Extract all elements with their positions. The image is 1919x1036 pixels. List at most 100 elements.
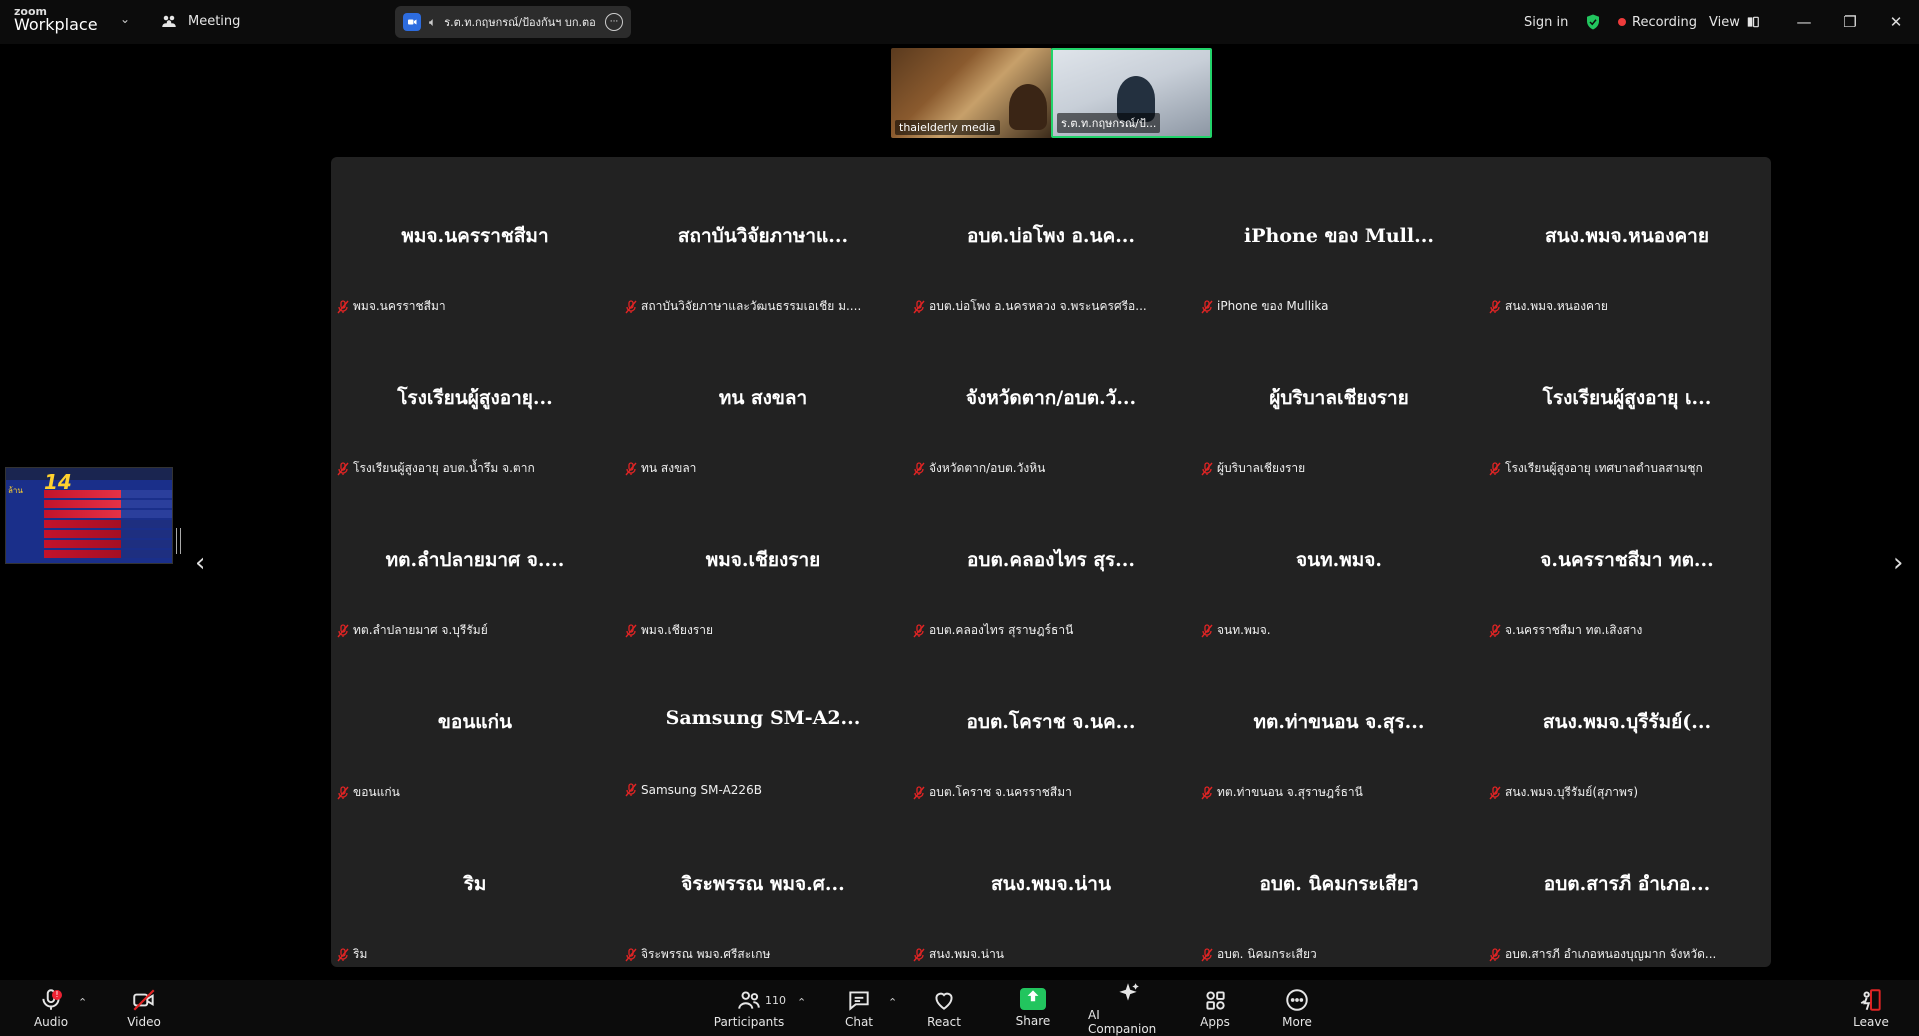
participant-name-label: ผู้บริบาลเชียงราย <box>1201 459 1305 478</box>
video-off-icon <box>133 989 155 1011</box>
participant-name-label: จนท.พมจ. <box>1201 621 1271 640</box>
participant-display-name: อบต.โคราช จ.นค... <box>966 711 1136 733</box>
more-options-icon[interactable]: ··· <box>605 13 623 31</box>
participant-name-label: ขอนแก่น <box>337 783 400 802</box>
participant-tile[interactable]: อบต.คลองไทร สุร... อบต.คลองไทร สุราษฎร์ธา… <box>907 481 1195 643</box>
next-page-arrow-icon[interactable]: › <box>1893 548 1903 578</box>
meeting-topic-pill[interactable]: 🔈︎ ร.ต.ท.กฤษกรณ์/ป้องกันฯ บก.ตอ ··· <box>395 6 631 38</box>
view-button[interactable]: View <box>1709 0 1760 44</box>
participant-tile[interactable]: สถาบันวิจัยภาษาแ... สถาบันวิจัยภาษาและวัฒ… <box>619 157 907 319</box>
participant-name-text: ทต.ท่าขนอน จ.สุราษฎร์ธานี <box>1217 785 1363 799</box>
participant-tile[interactable]: อบต.บ่อโพง อ.นค... อบต.บ่อโพง อ.นครหลวง จ… <box>907 157 1195 319</box>
participant-name-label: อบต.สารภี อำเภอหนองบุญมาก จังหวัด... <box>1489 945 1716 964</box>
participant-name-text: สถาบันวิจัยภาษาและวัฒนธรรมเอเชีย ม.... <box>641 299 862 313</box>
participant-name-label: จิระพรรณ พมจ.ศรีสะเกษ <box>625 945 770 964</box>
muted-microphone-icon <box>913 623 925 638</box>
participant-name-text: ขอนแก่น <box>353 785 400 799</box>
participant-display-name: จิระพรรณ พมจ.ศ... <box>681 873 845 895</box>
participant-tile[interactable]: พมจ.เชียงราย พมจ.เชียงราย <box>619 481 907 643</box>
muted-microphone-icon <box>1201 461 1213 476</box>
participant-name-label: โรงเรียนผู้สูงอายุ เทศบาลตำบลสามชุก <box>1489 459 1703 478</box>
participant-name-text: ริม <box>353 947 368 961</box>
participant-tile[interactable]: ขอนแก่น ขอนแก่น <box>331 643 619 805</box>
participant-tile[interactable]: อบต. นิคมกระเสียว อบต. นิคมกระเสียว <box>1195 805 1483 967</box>
participant-display-name: พมจ.เชียงราย <box>705 549 821 571</box>
participant-name-text: สนง.พมจ.หนองคาย <box>1505 299 1608 313</box>
participant-name-label: สนง.พมจ.บุรีรัมย์(สุภาพร) <box>1489 783 1638 802</box>
shared-screen-preview[interactable]: 14 ล้าน <box>5 467 173 564</box>
participant-name-text: ผู้บริบาลเชียงราย <box>1217 461 1306 475</box>
zoom-workplace-logo[interactable]: zoom Workplace <box>14 6 98 33</box>
meeting-menu-button[interactable]: Meeting <box>160 12 240 30</box>
minimize-icon[interactable]: — <box>1792 10 1816 34</box>
participant-tile[interactable]: โรงเรียนผู้สูงอายุ... โรงเรียนผู้สูงอายุ … <box>331 319 619 481</box>
leave-button[interactable]: Leave <box>1853 980 1889 1036</box>
meeting-people-icon <box>162 15 176 27</box>
react-button[interactable]: React <box>926 980 962 1036</box>
participant-display-name: สนง.พมจ.น่าน <box>991 873 1111 895</box>
previous-page-arrow-icon[interactable]: ‹ <box>195 548 205 578</box>
participants-button[interactable]: Participants <box>714 980 784 1036</box>
participant-tile[interactable]: พมจ.นครราชสีมา พมจ.นครราชสีมา <box>331 157 619 319</box>
participant-tile[interactable]: สนง.พมจ.บุรีรัมย์(... สนง.พมจ.บุรีรัมย์(ส… <box>1483 643 1771 805</box>
shared-screen-header <box>6 468 172 480</box>
participant-tile[interactable]: iPhone ของ Mull... iPhone ของ Mullika <box>1195 157 1483 319</box>
shared-screen-table <box>44 490 172 560</box>
meeting-info-icon[interactable] <box>403 13 421 31</box>
muted-microphone-icon <box>1489 785 1501 800</box>
shield-check-icon[interactable] <box>1584 0 1602 44</box>
participant-display-name: Samsung SM-A2... <box>665 707 861 729</box>
participant-name-label: จังหวัดตาก/อบต.วังหิน <box>913 459 1045 478</box>
participant-tile[interactable]: อบต.โคราช จ.นค... อบต.โคราช จ.นครราชสีมา <box>907 643 1195 805</box>
thumbnail-name: ร.ต.ท.กฤษกรณ์/ป้... <box>1057 113 1161 133</box>
participant-name-label: สถาบันวิจัยภาษาและวัฒนธรรมเอเชีย ม.... <box>625 297 861 316</box>
video-thumbnail-active-speaker[interactable]: ร.ต.ท.กฤษกรณ์/ป้... <box>1051 48 1212 138</box>
participant-tile[interactable]: จังหวัดตาก/อบต.วั... จังหวัดตาก/อบต.วังหิ… <box>907 319 1195 481</box>
participant-display-name: โรงเรียนผู้สูงอายุ เ... <box>1542 387 1712 409</box>
ai-companion-button[interactable]: AI Companion <box>1088 980 1168 1036</box>
sparkle-icon <box>1119 983 1139 1001</box>
participant-display-name: ผู้บริบาลเชียงราย <box>1269 387 1409 409</box>
chat-options-caret-icon[interactable]: ⌃ <box>888 996 897 1009</box>
share-button[interactable]: Share <box>1015 980 1051 1036</box>
participant-display-name: จนท.พมจ. <box>1295 549 1383 571</box>
audio-button[interactable]: Audio <box>34 980 68 1036</box>
chevron-down-icon[interactable]: ⌄ <box>120 12 130 26</box>
participant-tile[interactable]: Samsung SM-A2... Samsung SM-A226B <box>619 643 907 805</box>
video-button[interactable]: Video <box>127 980 161 1036</box>
restore-icon[interactable]: ❐ <box>1838 10 1862 34</box>
muted-microphone-icon <box>1201 947 1213 962</box>
participant-tile[interactable]: ผู้บริบาลเชียงราย ผู้บริบาลเชียงราย <box>1195 319 1483 481</box>
participant-tile[interactable]: ทต.ท่าขนอน จ.สุร... ทต.ท่าขนอน จ.สุราษฎร์… <box>1195 643 1483 805</box>
video-thumbnail[interactable]: thaielderly media <box>891 48 1052 138</box>
participant-name-label: สนง.พมจ.หนองคาย <box>1489 297 1608 316</box>
muted-microphone-icon <box>913 299 925 314</box>
more-button[interactable]: More <box>1279 980 1315 1036</box>
audio-options-caret-icon[interactable]: ⌃ <box>78 996 87 1009</box>
close-icon[interactable]: ✕ <box>1884 10 1908 34</box>
apps-button[interactable]: Apps <box>1197 980 1233 1036</box>
participant-tile[interactable]: จนท.พมจ. จนท.พมจ. <box>1195 481 1483 643</box>
chat-icon <box>849 991 869 1011</box>
participant-name-text: iPhone ของ Mullika <box>1217 299 1329 313</box>
participants-options-caret-icon[interactable]: ⌃ <box>797 996 806 1009</box>
participant-tile[interactable]: โรงเรียนผู้สูงอายุ เ... โรงเรียนผู้สูงอาย… <box>1483 319 1771 481</box>
participant-tile[interactable]: ริม ริม <box>331 805 619 967</box>
participant-tile[interactable]: ทต.ลำปลายมาศ จ.... ทต.ลำปลายมาศ จ.บุรีรัม… <box>331 481 619 643</box>
resize-handle[interactable] <box>176 528 181 554</box>
participant-tile[interactable]: จิระพรรณ พมจ.ศ... จิระพรรณ พมจ.ศรีสะเกษ <box>619 805 907 967</box>
muted-microphone-icon <box>337 299 349 314</box>
video-label: Video <box>127 1015 161 1029</box>
recording-indicator[interactable]: Recording <box>1618 0 1697 44</box>
sign-in-link[interactable]: Sign in <box>1524 0 1568 44</box>
participant-tile[interactable]: จ.นครราชสีมา ทต... จ.นครราชสีมา ทต.เสิงสา… <box>1483 481 1771 643</box>
participant-tile[interactable]: อบต.สารภี อำเภอ... อบต.สารภี อำเภอหนองบุญ… <box>1483 805 1771 967</box>
participant-display-name: อบต.บ่อโพง อ.นค... <box>966 225 1136 247</box>
participant-display-name: ทต.ลำปลายมาศ จ.... <box>385 549 565 571</box>
muted-microphone-icon <box>337 785 349 800</box>
participant-tile[interactable]: ทน สงขลา ทน สงขลา <box>619 319 907 481</box>
shared-screen-subtext: ล้าน <box>8 486 23 495</box>
participant-tile[interactable]: สนง.พมจ.น่าน สนง.พมจ.น่าน <box>907 805 1195 967</box>
chat-button[interactable]: Chat <box>842 980 876 1036</box>
participant-tile[interactable]: สนง.พมจ.หนองคาย สนง.พมจ.หนองคาย <box>1483 157 1771 319</box>
